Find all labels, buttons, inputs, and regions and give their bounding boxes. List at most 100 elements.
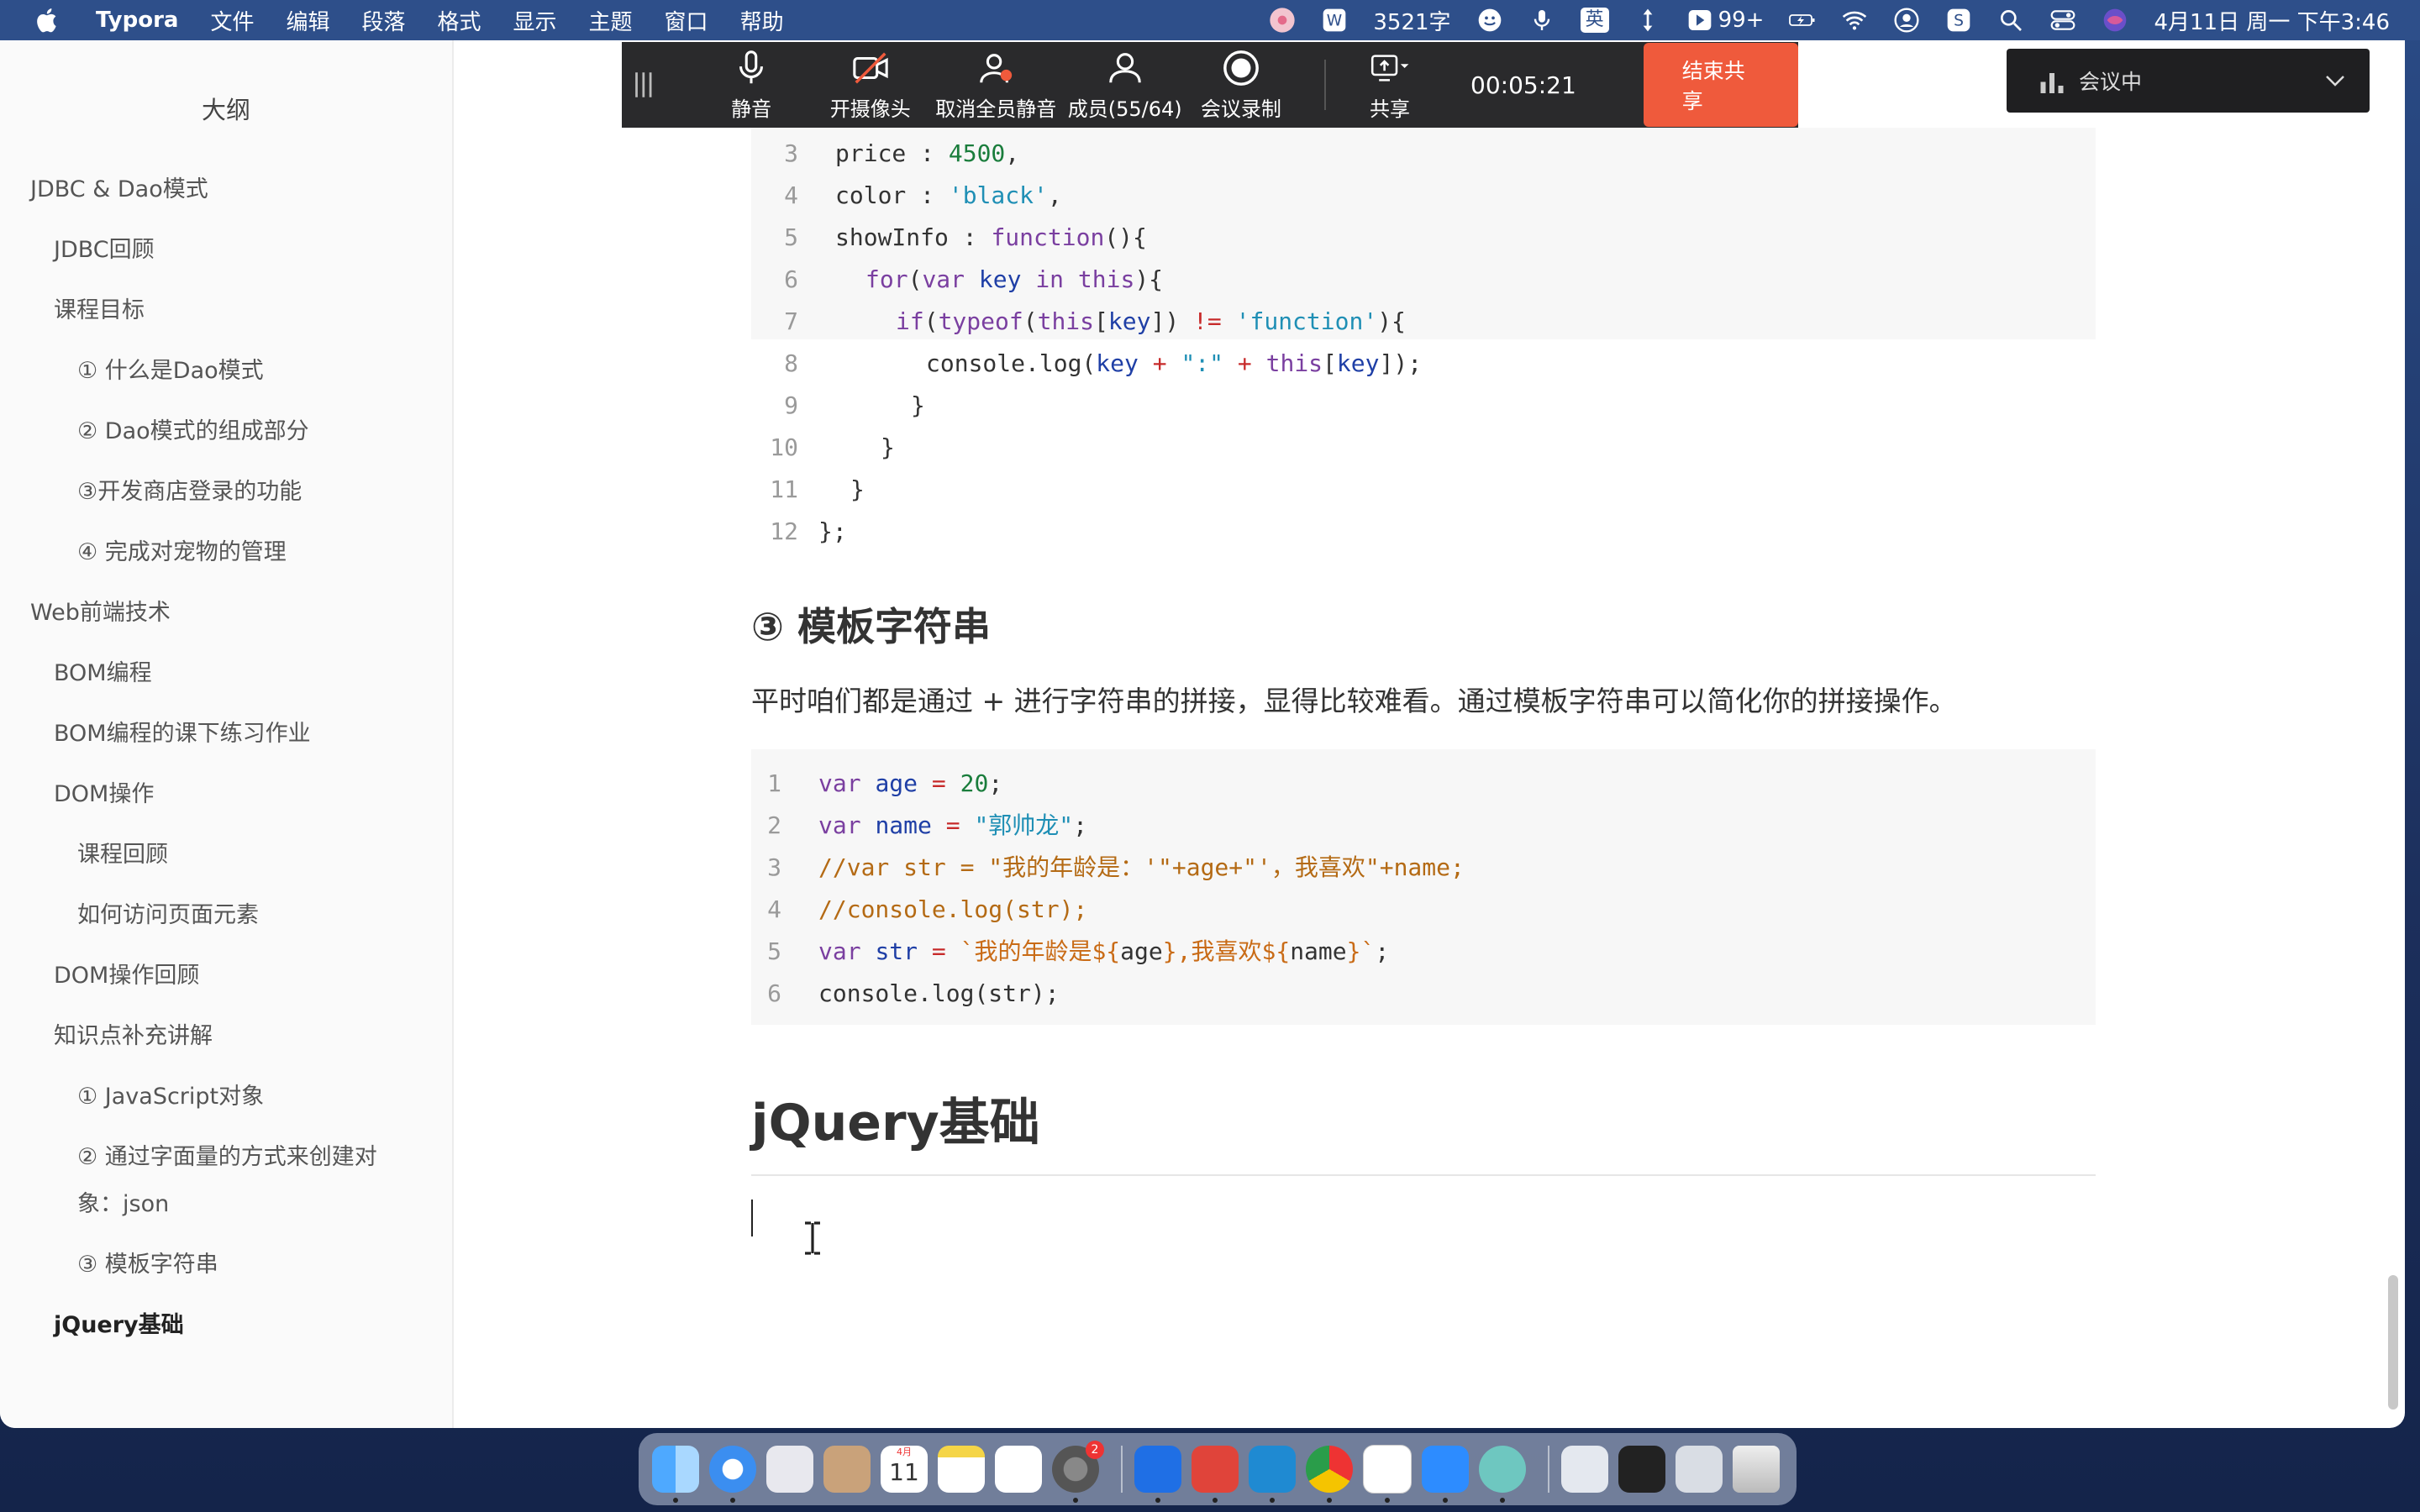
- notification-indicator[interactable]: 99+: [1686, 7, 1765, 34]
- unmute-all-icon: [980, 53, 1013, 82]
- control-center-icon[interactable]: [2049, 7, 2076, 34]
- outline-item[interactable]: DOM操作: [0, 764, 452, 825]
- menu-edit[interactable]: 编辑: [286, 5, 329, 36]
- flower-app-icon[interactable]: [1269, 7, 1296, 34]
- siri-icon[interactable]: [2102, 7, 2128, 34]
- share-button[interactable]: 共享: [1351, 42, 1428, 128]
- outline-item[interactable]: ③ 模板字符串: [0, 1235, 452, 1295]
- user-account-icon[interactable]: [1893, 7, 1920, 34]
- unmute-all-button[interactable]: 取消全员静音: [930, 42, 1062, 128]
- outline-item[interactable]: BOM编程: [0, 643, 452, 704]
- finder-icon[interactable]: [652, 1446, 699, 1503]
- wifi-icon[interactable]: [1841, 7, 1868, 34]
- members-label: 成员(55/64): [1067, 97, 1182, 121]
- spotlight-search-icon[interactable]: [1997, 7, 2024, 34]
- mute-button[interactable]: 静音: [697, 42, 806, 128]
- vertical-scrollbar[interactable]: [2388, 1275, 2398, 1410]
- code-line: //var str = "我的年龄是：'"+age+"'，我喜欢"+name;: [818, 853, 1465, 881]
- notes-icon[interactable]: [938, 1446, 985, 1493]
- paragraph-text[interactable]: 平时咱们都是通过 + 进行字符串的拼接，显得比较难看。通过模板字符串可以简化你的…: [751, 679, 1957, 719]
- safari-icon[interactable]: [709, 1446, 756, 1503]
- camera-button[interactable]: 开摄像头: [813, 42, 929, 128]
- svg-text:S: S: [1954, 13, 1965, 30]
- feishu-icon[interactable]: [1134, 1446, 1181, 1503]
- word-count[interactable]: 3521字: [1373, 5, 1450, 36]
- notification-count: 99+: [1718, 8, 1765, 33]
- emoji-icon[interactable]: [1476, 7, 1503, 34]
- menu-theme[interactable]: 主题: [589, 5, 633, 36]
- downloads-folder-icon[interactable]: [1561, 1446, 1608, 1493]
- outline-item[interactable]: JDBC & Dao模式: [0, 160, 452, 220]
- end-share-button[interactable]: 结束共享: [1643, 43, 1798, 127]
- code-line: }: [881, 433, 895, 461]
- meeting-status-dropdown[interactable]: 会议中: [2007, 49, 2370, 113]
- line-number: 9: [784, 391, 798, 419]
- outline-item-active[interactable]: jQuery基础: [0, 1295, 452, 1356]
- code-line: for(var key in this){: [865, 265, 1164, 293]
- flower-app-icon[interactable]: [1479, 1446, 1526, 1503]
- launchpad-icon[interactable]: [766, 1446, 813, 1493]
- line-number: 8: [784, 349, 798, 377]
- outline-item[interactable]: 知识点补充讲解: [0, 1006, 452, 1067]
- sync-s-icon[interactable]: S: [1945, 7, 1972, 34]
- menu-file[interactable]: 文件: [210, 5, 254, 36]
- menu-format[interactable]: 格式: [438, 5, 481, 36]
- outline-item[interactable]: 如何访问页面元素: [0, 885, 452, 946]
- members-button[interactable]: 成员(55/64): [1067, 42, 1183, 128]
- menu-app-typora[interactable]: Typora: [96, 8, 178, 33]
- reminders-icon[interactable]: [995, 1446, 1042, 1493]
- battery-charging-icon[interactable]: [1789, 7, 1816, 34]
- record-button[interactable]: 会议录制: [1183, 42, 1299, 128]
- menu-view[interactable]: 显示: [513, 5, 557, 36]
- menubar-clock[interactable]: 4月11日 周一 下午3:46: [2154, 5, 2390, 36]
- outline-item[interactable]: 课程回顾: [0, 825, 452, 885]
- menu-paragraph[interactable]: 段落: [361, 5, 405, 36]
- play-badge-icon: [1688, 10, 1711, 30]
- outline-item[interactable]: ① 什么是Dao模式: [0, 341, 452, 402]
- wps-office-icon[interactable]: [1192, 1446, 1239, 1503]
- outline-item[interactable]: JDBC回顾: [0, 220, 452, 281]
- line-number: 12: [770, 517, 798, 545]
- menu-window[interactable]: 窗口: [665, 5, 708, 36]
- section-heading[interactable]: ③ 模板字符串: [751, 596, 991, 652]
- terminal-window-icon[interactable]: [1618, 1446, 1665, 1493]
- toolbar-divider: [1324, 60, 1326, 110]
- share-label: 共享: [1369, 97, 1410, 121]
- outline-item[interactable]: 课程目标: [0, 281, 452, 341]
- signal-bars-icon: [2040, 73, 2064, 93]
- outline-item[interactable]: ② Dao模式的组成部分: [0, 402, 452, 462]
- code-block[interactable]: 3 price : 4500, 4 color : 'black', 5 showIn…: [751, 128, 2096, 545]
- code-block[interactable]: 1 var age = 20; 2 var name = "郭帅龙"; 3 //var…: [751, 749, 2096, 1025]
- outline-item[interactable]: BOM编程的课下练习作业: [0, 704, 452, 764]
- system-settings-icon[interactable]: 2: [1052, 1441, 1104, 1503]
- contacts-icon[interactable]: [823, 1446, 871, 1493]
- outline-item[interactable]: Web前端技术: [0, 583, 452, 643]
- zoom-icon[interactable]: [1422, 1446, 1469, 1503]
- typora-icon[interactable]: [1363, 1445, 1412, 1503]
- editor-area[interactable]: 3 price : 4500, 4 color : 'black', 5 showIn…: [454, 40, 2405, 1428]
- outline-item[interactable]: DOM操作回顾: [0, 946, 452, 1006]
- calendar-icon[interactable]: 4月 11: [881, 1446, 928, 1493]
- vertical-arrows-icon[interactable]: [1634, 7, 1661, 34]
- outline-item[interactable]: ③开发商店登录的功能: [0, 462, 452, 522]
- dictation-microphone-icon[interactable]: [1528, 7, 1555, 34]
- drag-handle-icon[interactable]: [632, 68, 655, 102]
- vscode-icon[interactable]: [1249, 1446, 1296, 1503]
- apple-logo-icon[interactable]: [34, 6, 62, 34]
- input-source-indicator[interactable]: 英: [1580, 8, 1609, 33]
- wps-status-icon[interactable]: W: [1321, 7, 1348, 34]
- recent-window-icon[interactable]: [1676, 1446, 1723, 1493]
- outline-title: 大纲: [201, 96, 250, 124]
- heading-underline: [751, 1174, 2096, 1176]
- code-line: color : 'black',: [835, 181, 1062, 209]
- menu-help[interactable]: 帮助: [740, 5, 784, 36]
- code-line: }: [911, 391, 925, 419]
- outline-item[interactable]: ① JavaScript对象: [0, 1067, 452, 1127]
- chrome-icon[interactable]: [1306, 1446, 1353, 1503]
- trash-icon[interactable]: [1733, 1446, 1780, 1493]
- outline-item[interactable]: ② 通过字面量的方式来创建对象：json: [0, 1127, 405, 1235]
- document-heading-h1[interactable]: jQuery基础: [751, 1082, 1040, 1155]
- microphone-icon: [739, 50, 764, 83]
- outline-item[interactable]: ④ 完成对宠物的管理: [0, 522, 452, 583]
- code-line: console.log(str);: [818, 979, 1060, 1007]
